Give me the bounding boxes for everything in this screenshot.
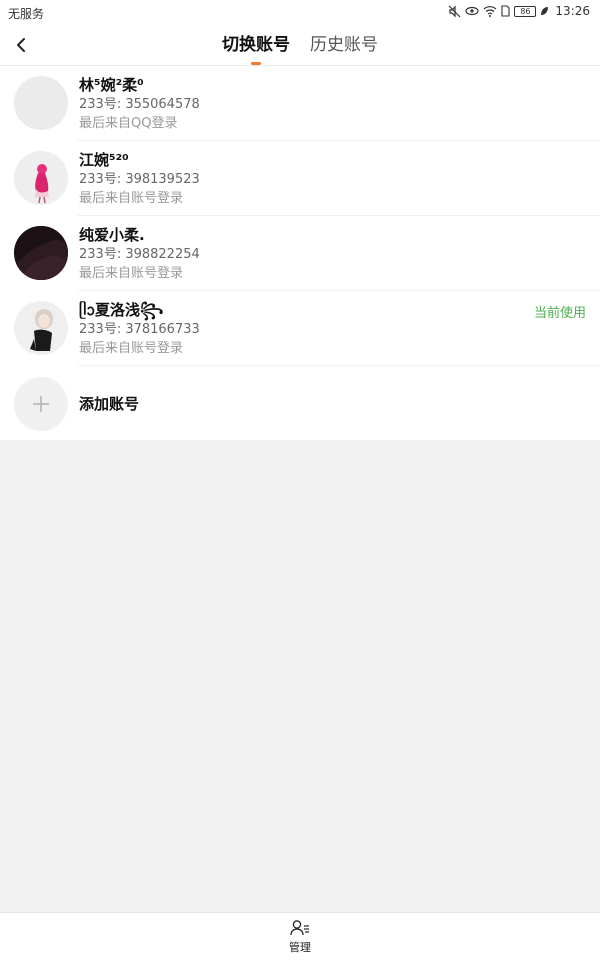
account-name: 纯爱小柔. xyxy=(79,226,145,244)
account-item[interactable]: 林⁵婉²柔⁰ 233号: 355064578 最后来自QQ登录 xyxy=(0,66,600,141)
sim-icon xyxy=(501,5,510,17)
add-avatar xyxy=(14,377,68,431)
tab-history-account-label: 历史账号 xyxy=(310,35,378,55)
account-name: ᥫᩣ夏洛浅꧂ xyxy=(79,301,164,319)
avatar-dark-photo xyxy=(14,226,68,280)
account-name: 江婉⁵²⁰ xyxy=(79,151,129,169)
battery-icon: 86 xyxy=(514,5,537,17)
account-item[interactable]: 纯爱小柔. 233号: 398822254 最后来自账号登录 xyxy=(0,216,600,291)
account-uid: 233号: 355064578 xyxy=(79,97,200,112)
tab-switch-account[interactable]: 切换账号 xyxy=(222,24,290,66)
avatar xyxy=(14,76,68,130)
account-uid: 233号: 378166733 xyxy=(79,322,200,337)
plus-icon xyxy=(33,396,49,412)
add-account-button[interactable]: 添加账号 xyxy=(0,366,600,440)
status-bar: 无服务 86 13:26 xyxy=(0,0,600,24)
account-item[interactable]: 江婉⁵²⁰ 233号: 398139523 最后来自账号登录 xyxy=(0,141,600,216)
current-account-badge: 当前使用 xyxy=(533,306,586,321)
avatar xyxy=(14,301,68,355)
manage-label: 管理 xyxy=(289,941,311,954)
active-tab-indicator xyxy=(251,62,261,65)
avatar-figure-image xyxy=(35,164,49,204)
account-login-source: 最后来自账号登录 xyxy=(79,341,184,356)
account-item-current[interactable]: ᥫᩣ夏洛浅꧂ 233号: 378166733 最后来自账号登录 当前使用 xyxy=(0,291,600,366)
account-list: 林⁵婉²柔⁰ 233号: 355064578 最后来自QQ登录 江婉⁵²⁰ 23… xyxy=(0,66,600,440)
clock: 13:26 xyxy=(555,4,590,18)
mute-icon xyxy=(448,5,461,17)
account-uid: 233号: 398822254 xyxy=(79,247,200,262)
status-icons: 86 13:26 xyxy=(448,4,590,18)
avatar xyxy=(14,151,68,205)
tab-history-account[interactable]: 历史账号 xyxy=(310,24,378,66)
account-info: 林⁵婉²柔⁰ 233号: 355064578 最后来自QQ登录 xyxy=(79,75,200,133)
eye-comfort-icon xyxy=(465,6,480,16)
manage-button[interactable]: 管理 xyxy=(270,919,330,955)
leaf-icon xyxy=(541,7,549,15)
account-login-source: 最后来自QQ登录 xyxy=(79,116,178,131)
account-name: 林⁵婉²柔⁰ xyxy=(79,76,144,94)
account-tabs: 切换账号 历史账号 xyxy=(0,24,600,66)
avatar-figure-image xyxy=(30,309,53,351)
user-manage-icon xyxy=(290,920,309,936)
account-uid: 233号: 398139523 xyxy=(79,172,200,187)
avatar xyxy=(14,226,68,280)
add-account-label: 添加账号 xyxy=(79,395,140,413)
account-info: 纯爱小柔. 233号: 398822254 最后来自账号登录 xyxy=(79,225,200,283)
account-login-source: 最后来自账号登录 xyxy=(79,191,184,206)
top-nav: 切换账号 历史账号 xyxy=(0,24,600,66)
account-info: 江婉⁵²⁰ 233号: 398139523 最后来自账号登录 xyxy=(79,150,200,208)
account-info: ᥫᩣ夏洛浅꧂ 233号: 378166733 最后来自账号登录 xyxy=(79,300,200,358)
carrier-label: 无服务 xyxy=(8,7,45,21)
wifi-icon xyxy=(484,6,497,17)
tab-switch-account-label: 切换账号 xyxy=(222,35,290,55)
account-login-source: 最后来自账号登录 xyxy=(79,266,184,281)
bottom-bar: 管理 xyxy=(0,912,600,960)
